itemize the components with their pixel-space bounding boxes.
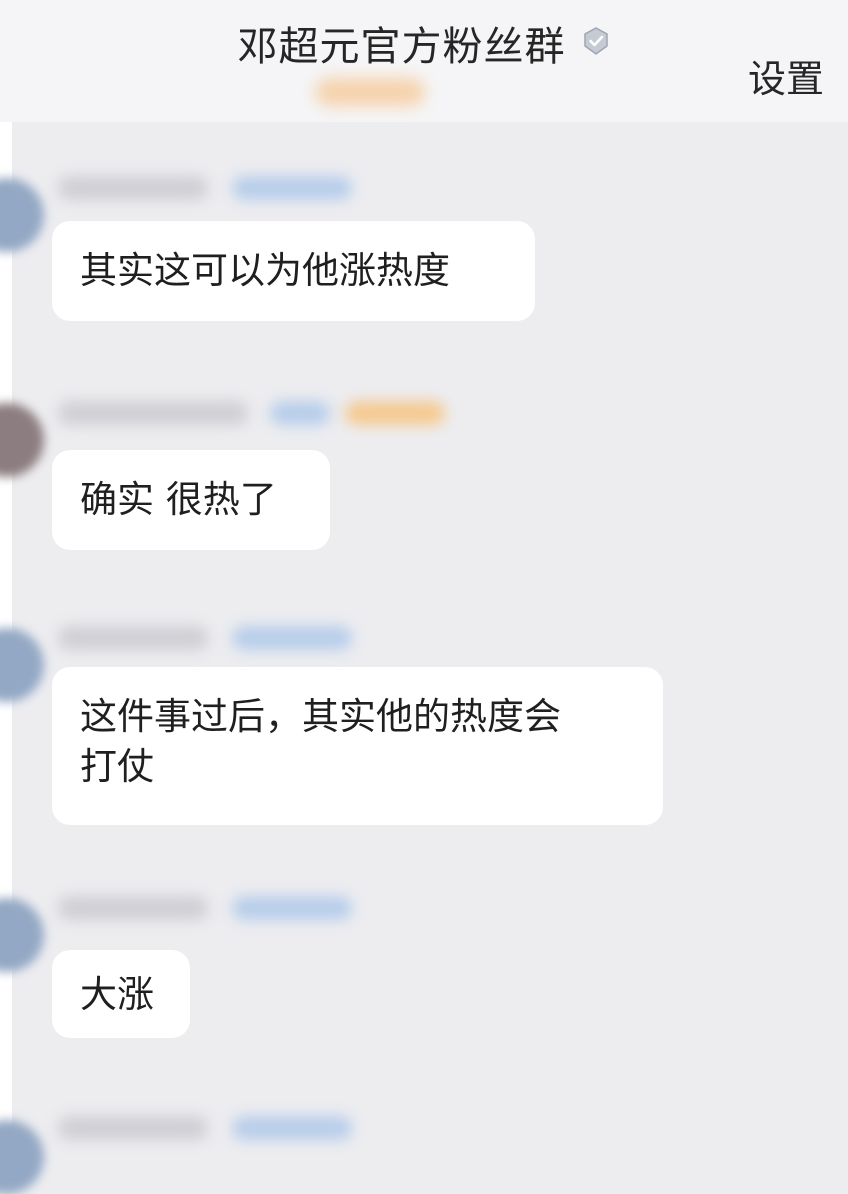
sender-name: [58, 1116, 208, 1140]
settings-button[interactable]: 设置: [748, 48, 824, 103]
sender-name: [58, 401, 248, 425]
sender-level-badge: [345, 401, 445, 425]
sender-name: [58, 626, 208, 650]
sender-name: [58, 176, 208, 200]
message-bubble[interactable]: 这件事过后，其实他的热度会 打仗: [52, 667, 663, 825]
group-title: 邓超元官方粉丝群: [237, 24, 566, 70]
sender-name: [58, 896, 208, 920]
sender-avatar[interactable]: [0, 898, 44, 972]
sender-avatar[interactable]: [0, 1120, 44, 1194]
sender-tag: [232, 1116, 352, 1140]
sender-tag: [270, 401, 330, 425]
message-bubble[interactable]: 确实 很热了: [52, 450, 330, 550]
message-bubble[interactable]: 其实这可以为他涨热度: [52, 221, 535, 321]
sender-tag: [232, 896, 352, 920]
sender-avatar[interactable]: [0, 628, 44, 702]
sender-avatar[interactable]: [0, 403, 44, 477]
message-bubble[interactable]: 大涨: [52, 950, 190, 1038]
chat-header: 邓超元官方粉丝群 设置: [0, 0, 848, 122]
sender-tag: [232, 626, 352, 650]
sender-tag: [232, 176, 352, 200]
title-row: 邓超元官方粉丝群: [0, 14, 848, 72]
group-level-badge: [315, 78, 425, 106]
verified-check-icon: [581, 26, 611, 56]
sender-avatar[interactable]: [0, 178, 44, 252]
